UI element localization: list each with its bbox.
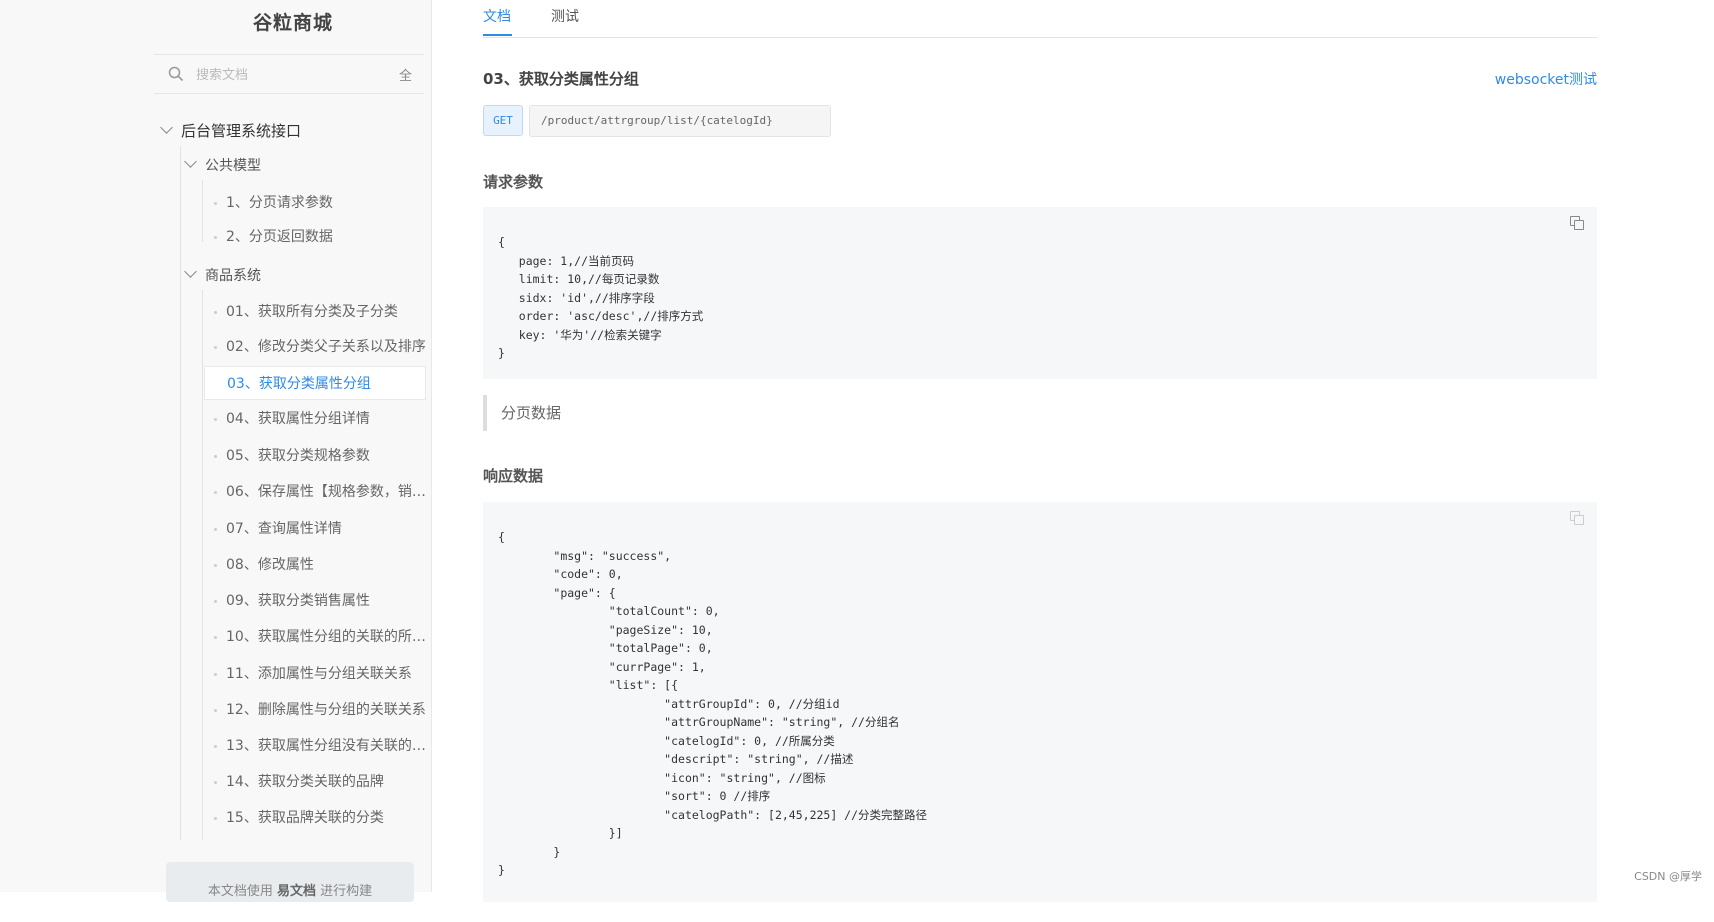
sidebar-item-label: 12、删除属性与分组的关联关系 — [226, 702, 426, 718]
sidebar-item-label: 10、获取属性分组的关联的所有属性 — [226, 629, 426, 645]
sidebar-item[interactable]: 01、获取所有分类及子分类 — [204, 295, 426, 329]
code-line: } — [498, 863, 505, 877]
sidebar-item[interactable]: 2、分页返回数据 — [204, 220, 426, 254]
sidebar-item-label: 09、获取分类销售属性 — [226, 593, 370, 609]
chevron-down-icon — [160, 121, 173, 134]
code-line: "list": [{ — [498, 678, 679, 692]
sidebar-item-label: 14、获取分类关联的品牌 — [226, 774, 384, 790]
sidebar-item-label: 03、获取分类属性分组 — [227, 376, 371, 392]
sidebar-item-label: 05、获取分类规格参数 — [226, 448, 370, 464]
code-line: "attrGroupName": "string", //分组名 — [498, 715, 900, 729]
group-label: 商品系统 — [205, 268, 261, 284]
copy-icon[interactable] — [1570, 511, 1584, 525]
sidebar-item-label: 2、分页返回数据 — [226, 229, 333, 245]
app-title: 谷粒商城 — [252, 12, 333, 34]
sidebar-item-label: 02、修改分类父子关系以及排序 — [226, 339, 426, 355]
code-line: "totalPage": 0, — [498, 641, 713, 655]
sidebar-item[interactable]: 06、保存属性【规格参数，销售属性】 — [204, 475, 426, 509]
websocket-test-link[interactable]: websocket测试 — [1495, 69, 1597, 89]
sidebar-item-label: 08、修改属性 — [226, 557, 314, 573]
code-line: "msg": "success", — [498, 548, 672, 563]
sidebar-item[interactable]: 10、获取属性分组的关联的所有属性 — [204, 620, 426, 654]
sidebar-item[interactable]: 13、获取属性分组没有关联的其他属性 — [204, 729, 426, 763]
tree-guide-line — [180, 146, 181, 840]
chevron-down-icon — [184, 265, 197, 278]
code-line: "page": { — [498, 585, 616, 600]
response-code-block: { "msg": "success", "code": 0, "page": {… — [483, 502, 1597, 902]
code-line: "icon": "string", //图标 — [498, 770, 826, 785]
request-code-block: { page: 1,//当前页码 limit: 10,//每页记录数 sidx:… — [483, 207, 1597, 379]
code-line: "totalCount": 0, — [498, 604, 720, 618]
watermark: CSDN @厚学 — [1634, 870, 1702, 883]
http-method-badge: GET — [483, 105, 523, 136]
group-product-system[interactable]: 商品系统 — [184, 265, 261, 285]
sidebar-item-active[interactable]: 03、获取分类属性分组 — [204, 366, 426, 400]
search-all-button[interactable]: 全 — [399, 65, 412, 84]
search-input[interactable] — [194, 63, 378, 87]
tree-guide-line — [202, 290, 203, 840]
code-line: }] — [498, 826, 623, 840]
api-title: 03、获取分类属性分组 — [483, 70, 639, 88]
sidebar-item[interactable]: 02、修改分类父子关系以及排序 — [204, 330, 426, 364]
tab-bar: 文档 测试 — [483, 0, 1597, 38]
sidebar-item[interactable]: 11、添加属性与分组关联关系 — [204, 657, 426, 691]
sidebar-item-label: 01、获取所有分类及子分类 — [226, 304, 398, 320]
code-line: } — [498, 844, 561, 859]
code-line: "sort": 0 //排序 — [498, 789, 771, 803]
api-url: /product/attrgroup/list/{catelogId} — [529, 105, 831, 137]
code-line: "descript": "string", //描述 — [498, 752, 854, 766]
sidebar: 谷粒商城 全 后台管理系统接口 公共模型 1、分页请求参数 2、分页返回数据 商… — [154, 0, 432, 902]
tree-guide-line — [202, 180, 203, 242]
code-line: "catelogPath": [2,45,225] //分类完整路径 — [498, 807, 928, 822]
code-line: "attrGroupId": 0, //分组id — [498, 696, 840, 711]
sidebar-item-label: 04、获取属性分组详情 — [226, 411, 370, 427]
sidebar-item-label: 13、获取属性分组没有关联的其他属性 — [226, 738, 426, 754]
response-data-title: 响应数据 — [483, 467, 544, 485]
sidebar-item-label: 11、添加属性与分组关联关系 — [226, 666, 412, 682]
sidebar-item[interactable]: 15、获取品牌关联的分类 — [204, 801, 426, 835]
sidebar-item[interactable]: 07、查询属性详情 — [204, 512, 426, 546]
sidebar-item-label: 06、保存属性【规格参数，销售属性】 — [226, 484, 426, 500]
tab-active-indicator — [483, 34, 512, 36]
tree-root-label: 后台管理系统接口 — [181, 122, 302, 140]
sidebar-item-label: 1、分页请求参数 — [226, 195, 333, 211]
footer-credit: 本文档使用 易文档 进行构建 — [166, 862, 414, 902]
sidebar-item[interactable]: 1、分页请求参数 — [204, 186, 426, 220]
code-line: { — [498, 530, 505, 544]
copy-icon[interactable] — [1570, 216, 1584, 230]
sidebar-item-label: 07、查询属性详情 — [226, 521, 342, 537]
search-box[interactable]: 全 — [154, 54, 424, 94]
sidebar-item[interactable]: 12、删除属性与分组的关联关系 — [204, 693, 426, 727]
request-params-title: 请求参数 — [483, 173, 544, 191]
code-line: "code": 0, — [498, 567, 623, 581]
request-code: { page: 1,//当前页码 limit: 10,//每页记录数 sidx:… — [498, 235, 704, 360]
sidebar-item[interactable]: 14、获取分类关联的品牌 — [204, 765, 426, 799]
sidebar-item[interactable]: 09、获取分类销售属性 — [204, 584, 426, 618]
pagination-note: 分页数据 — [483, 395, 1597, 431]
response-code: { "msg": "success", "code": 0, "page": {… — [498, 528, 1582, 880]
chevron-down-icon — [184, 155, 197, 168]
group-public-model[interactable]: 公共模型 — [184, 155, 261, 175]
tab-docs[interactable]: 文档 — [483, 6, 511, 26]
sidebar-item-label: 15、获取品牌关联的分类 — [226, 810, 384, 826]
search-icon — [168, 66, 184, 82]
tree-root[interactable]: 后台管理系统接口 — [160, 120, 302, 141]
code-line: "pageSize": 10, — [498, 622, 713, 637]
group-label: 公共模型 — [205, 158, 261, 174]
sidebar-item[interactable]: 05、获取分类规格参数 — [204, 439, 426, 473]
sidebar-item[interactable]: 08、修改属性 — [204, 548, 426, 582]
code-line: "catelogId": 0, //所属分类 — [498, 733, 835, 748]
sidebar-item[interactable]: 04、获取属性分组详情 — [204, 402, 426, 436]
code-line: "currPage": 1, — [498, 659, 706, 674]
tab-test[interactable]: 测试 — [551, 6, 579, 26]
